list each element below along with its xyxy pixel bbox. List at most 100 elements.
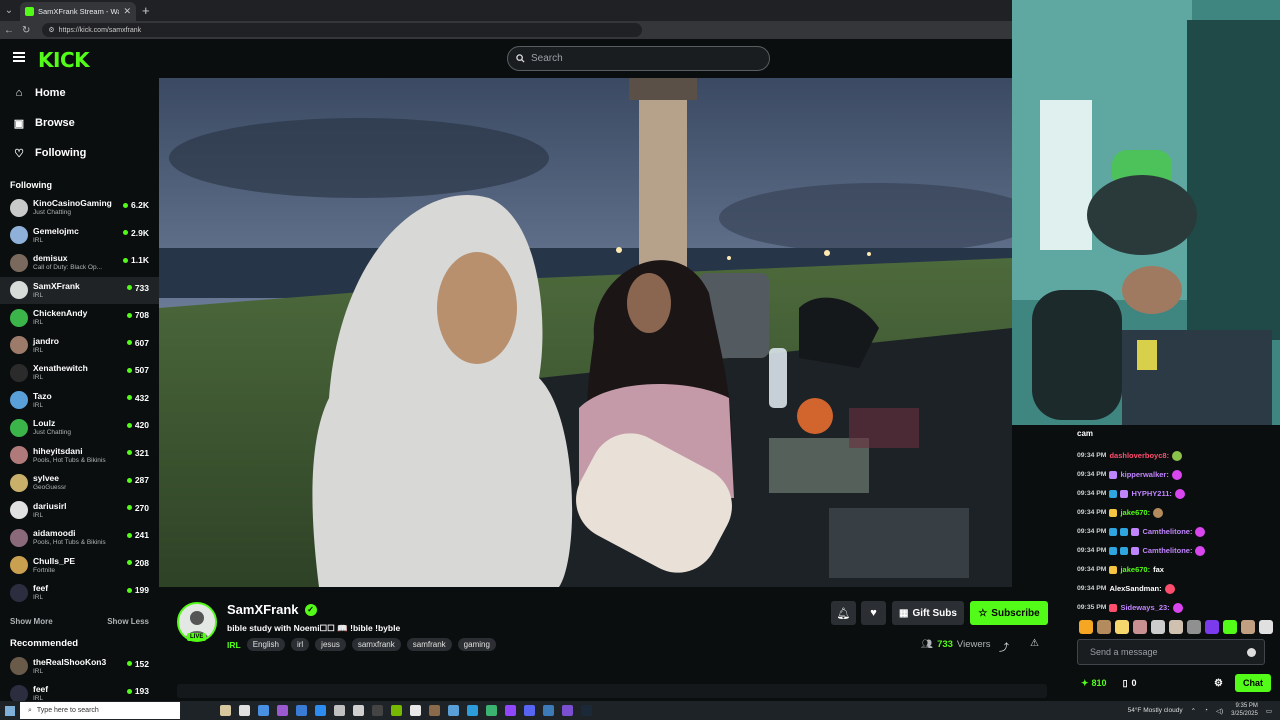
chat-send-button[interactable]: Chat <box>1235 674 1271 692</box>
taskbar-app-icon[interactable] <box>543 705 554 716</box>
taskbar-app-icon[interactable] <box>220 705 231 716</box>
channel-points[interactable]: ✦ 810 <box>1081 678 1107 689</box>
category-link[interactable]: IRL <box>227 640 241 650</box>
back-arrow-icon[interactable]: ← <box>4 25 14 36</box>
taskbar-app-icon[interactable] <box>429 705 440 716</box>
message-username[interactable]: AlexSandman: <box>1109 584 1161 593</box>
emote-icon[interactable] <box>1205 620 1219 634</box>
tray-up-arrow-icon[interactable]: ⌃ <box>1191 707 1196 715</box>
emote-icon[interactable] <box>1079 620 1093 634</box>
show-less-button[interactable]: Show Less <box>107 617 149 626</box>
emote-icon[interactable] <box>1241 620 1255 634</box>
network-icon[interactable]: ◔ <box>1204 707 1208 714</box>
sidebar-channel-item[interactable]: feef IRL 199 <box>0 579 159 607</box>
chat-settings-gear-icon[interactable]: ⚙ <box>1214 678 1223 689</box>
emote-icon[interactable] <box>1133 620 1147 634</box>
tag[interactable]: English <box>246 638 285 651</box>
message-username[interactable]: Sideways_23: <box>1120 603 1169 612</box>
taskbar-app-icon[interactable] <box>277 705 288 716</box>
sidebar-channel-item[interactable]: theRealShooKon3 IRL 152 <box>0 653 159 681</box>
message-username[interactable]: kipperwalker: <box>1120 470 1168 479</box>
emote-icon[interactable] <box>1223 620 1237 634</box>
subscribe-button[interactable]: ☆ Subscribe <box>970 601 1048 625</box>
taskbar-app-icon[interactable] <box>239 705 250 716</box>
follow-heart-button[interactable]: ♥ <box>861 601 886 625</box>
search-input[interactable]: Search <box>507 46 770 71</box>
kick-logo[interactable]: KICK <box>38 48 90 72</box>
sidebar-channel-item[interactable]: KinoCasinoGaming Just Chatting 6.2K <box>0 194 159 222</box>
sidebar-channel-item[interactable]: Xenathewitch IRL 507 <box>0 359 159 387</box>
reload-icon[interactable]: ↻ <box>22 25 30 36</box>
sidebar-channel-item[interactable]: jandro IRL 607 <box>0 332 159 360</box>
sidebar-channel-item[interactable]: sylvee GeoGuessr 287 <box>0 469 159 497</box>
sidebar-channel-item[interactable]: demisux Call of Duty: Black Op... 1.1K <box>0 249 159 277</box>
gift-subs-button[interactable]: ▦ Gift Subs <box>892 601 964 625</box>
channel-name[interactable]: SamXFrank <box>227 602 299 617</box>
taskbar-app-icon[interactable] <box>258 705 269 716</box>
emote-icon[interactable] <box>1259 620 1273 634</box>
tag[interactable]: samxfrank <box>351 638 401 651</box>
report-warning-icon[interactable]: ⚠ <box>1030 638 1039 649</box>
new-tab-plus-icon[interactable]: + <box>142 3 150 18</box>
sidebar-channel-item[interactable]: dariusirl IRL 270 <box>0 497 159 525</box>
taskbar-app-icon[interactable] <box>296 705 307 716</box>
notification-bell-button[interactable]: 🔔︎ <box>831 601 856 625</box>
sidebar-channel-item[interactable]: Loulz Just Chatting 420 <box>0 414 159 442</box>
tag[interactable]: samfrank <box>406 638 452 651</box>
sidebar-channel-item[interactable]: Chulls_PE Fortnite 208 <box>0 552 159 580</box>
tag[interactable]: gaming <box>457 638 496 651</box>
taskbar-app-icon[interactable] <box>505 705 516 716</box>
emote-icon[interactable] <box>1169 620 1183 634</box>
windows-start-button[interactable] <box>0 705 20 716</box>
taskbar-app-icon[interactable] <box>448 705 459 716</box>
message-username[interactable]: jake670: <box>1120 508 1150 517</box>
message-username[interactable]: HYPHY211: <box>1131 489 1171 498</box>
share-icon[interactable]: ⤴ <box>999 639 1009 654</box>
sidebar-channel-item[interactable]: SamXFrank IRL 733 <box>0 276 159 304</box>
taskbar-app-icon[interactable] <box>315 705 326 716</box>
emoji-picker-icon[interactable] <box>1247 648 1256 657</box>
show-more-button[interactable]: Show More <box>10 617 53 626</box>
sidebar-channel-item[interactable]: feef IRL 193 <box>0 680 159 701</box>
sidebar-channel-item[interactable]: aidamoodi Pools, Hot Tubs & Bikinis 241 <box>0 524 159 552</box>
taskbar-app-icon[interactable] <box>372 705 383 716</box>
taskbar-app-icon[interactable] <box>467 705 478 716</box>
emote-icon[interactable] <box>1187 620 1201 634</box>
taskbar-app-icon[interactable] <box>524 705 535 716</box>
emote-icon[interactable] <box>1097 620 1111 634</box>
message-username[interactable]: jake670: <box>1120 565 1150 574</box>
clock[interactable]: 9:35 PM 3/25/2025 <box>1231 703 1258 718</box>
nav-home[interactable]: ⌂ Home <box>0 78 159 108</box>
site-info-icon[interactable]: ⚙ <box>48 26 54 34</box>
message-username[interactable]: Camthelitone: <box>1142 546 1192 555</box>
message-username[interactable]: dashloverboyc8: <box>1109 451 1169 460</box>
taskbar-app-icon[interactable] <box>562 705 573 716</box>
nav-browse[interactable]: ▣ Browse <box>0 108 159 138</box>
taskbar-app-icon[interactable] <box>486 705 497 716</box>
emote-icon[interactable] <box>1151 620 1165 634</box>
emote-icon[interactable] <box>1115 620 1129 634</box>
tag[interactable]: jesus <box>315 638 346 651</box>
nav-following[interactable]: ♡ Following <box>0 138 159 168</box>
taskbar-app-icon[interactable] <box>581 705 592 716</box>
tickets[interactable]: ▯ 0 <box>1123 678 1137 689</box>
address-bar[interactable]: ⚙ https://kick.com/samxfrank <box>42 23 643 37</box>
taskbar-app-icon[interactable] <box>391 705 402 716</box>
tag[interactable]: irl <box>290 638 310 651</box>
taskbar-search-input[interactable]: ⌕ Type here to search <box>20 702 180 719</box>
hamburger-menu-icon[interactable] <box>13 52 25 62</box>
taskbar-app-icon[interactable] <box>353 705 364 716</box>
volume-icon[interactable]: ◁) <box>1216 707 1223 715</box>
message-username[interactable]: Camthelitone: <box>1142 527 1192 536</box>
weather[interactable]: 54°F Mostly cloudy <box>1128 707 1183 714</box>
taskbar-app-icon[interactable] <box>410 705 421 716</box>
video-player[interactable] <box>159 78 1012 587</box>
tab-list-chevron-icon[interactable]: ⌄ <box>0 0 18 21</box>
chat-message-input[interactable]: Send a message <box>1077 639 1265 665</box>
sidebar-channel-item[interactable]: Gemelojmc IRL 2.9K <box>0 222 159 250</box>
close-tab-icon[interactable]: ✕ <box>123 6 131 17</box>
notifications-icon[interactable]: ▭ <box>1266 707 1272 715</box>
sidebar-channel-item[interactable]: hiheyitsdani Pools, Hot Tubs & Bikinis 321 <box>0 442 159 470</box>
sidebar-channel-item[interactable]: Tazo IRL 432 <box>0 387 159 415</box>
sidebar-channel-item[interactable]: ChickenAndy IRL 708 <box>0 304 159 332</box>
